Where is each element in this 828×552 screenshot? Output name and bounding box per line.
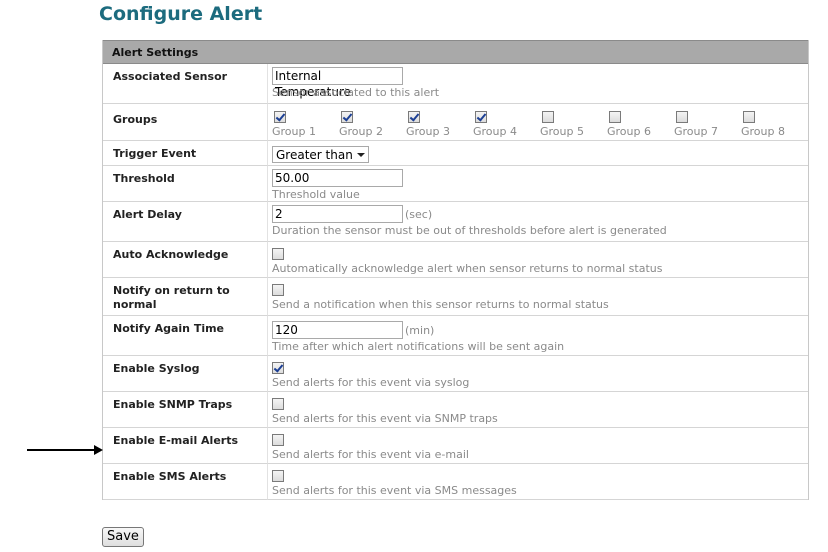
sms-hint: Send alerts for this event via SMS messa… bbox=[272, 484, 517, 497]
group-checkbox[interactable] bbox=[475, 111, 487, 123]
alert-delay-hint: Duration the sensor must be out of thres… bbox=[272, 224, 667, 237]
row-email: Enable E-mail Alerts Send alerts for thi… bbox=[103, 428, 808, 464]
row-notify-again: Notify Again Time 120 (min) Time after wh… bbox=[103, 316, 808, 356]
group-label: Group 8 bbox=[741, 125, 785, 138]
group-item: Group 5 bbox=[540, 111, 607, 138]
group-label: Group 7 bbox=[674, 125, 718, 138]
group-label: Group 4 bbox=[473, 125, 517, 138]
notify-again-hint: Time after which alert notifications wil… bbox=[272, 340, 565, 353]
auto-acknowledge-hint: Automatically acknowledge alert when sen… bbox=[272, 262, 663, 275]
group-checkbox[interactable] bbox=[408, 111, 420, 123]
notify-return-hint: Send a notification when this sensor ret… bbox=[272, 298, 609, 311]
associated-sensor-hint: Sensor associated to this alert bbox=[272, 86, 440, 99]
group-checkbox[interactable] bbox=[609, 111, 621, 123]
row-threshold: Threshold 50.00 Threshold value bbox=[103, 166, 808, 202]
auto-acknowledge-label: Auto Acknowledge bbox=[103, 242, 268, 278]
trigger-event-value: Greater than bbox=[276, 147, 353, 162]
sms-checkbox[interactable] bbox=[272, 470, 284, 482]
arrow-right-icon bbox=[27, 445, 103, 455]
email-label: Enable E-mail Alerts bbox=[103, 428, 268, 464]
group-label: Group 2 bbox=[339, 125, 383, 138]
group-checkbox[interactable] bbox=[676, 111, 688, 123]
row-groups: Groups Group 1 Group 2 Group 3 Group 4 Group… bbox=[103, 104, 808, 141]
save-button[interactable]: Save bbox=[102, 527, 144, 547]
group-item: Group 3 bbox=[406, 111, 473, 138]
group-label: Group 3 bbox=[406, 125, 450, 138]
alert-delay-input[interactable]: 2 bbox=[272, 205, 403, 223]
group-checkbox[interactable] bbox=[743, 111, 755, 123]
auto-acknowledge-checkbox[interactable] bbox=[272, 248, 284, 260]
group-checkbox[interactable] bbox=[542, 111, 554, 123]
group-checkbox[interactable] bbox=[341, 111, 353, 123]
row-auto-acknowledge: Auto Acknowledge Automatically acknowled… bbox=[103, 242, 808, 278]
email-checkbox[interactable] bbox=[272, 434, 284, 446]
group-item: Group 2 bbox=[339, 111, 406, 138]
row-syslog: Enable Syslog Send alerts for this event… bbox=[103, 356, 808, 392]
trigger-event-select[interactable]: Greater than bbox=[272, 146, 369, 163]
notify-again-label: Notify Again Time bbox=[103, 316, 268, 356]
group-item: Group 6 bbox=[607, 111, 674, 138]
snmp-hint: Send alerts for this event via SNMP trap… bbox=[272, 412, 498, 425]
snmp-checkbox[interactable] bbox=[272, 398, 284, 410]
notify-again-unit: (min) bbox=[405, 323, 435, 337]
groups-list: Group 1 Group 2 Group 3 Group 4 Group 5 Group… bbox=[272, 111, 808, 138]
group-checkbox[interactable] bbox=[274, 111, 286, 123]
chevron-down-icon bbox=[356, 152, 365, 157]
threshold-hint: Threshold value bbox=[272, 188, 360, 201]
group-item: Group 8 bbox=[741, 111, 808, 138]
group-label: Group 6 bbox=[607, 125, 651, 138]
group-item: Group 7 bbox=[674, 111, 741, 138]
threshold-label: Threshold bbox=[103, 166, 268, 202]
notify-return-checkbox[interactable] bbox=[272, 284, 284, 296]
alert-delay-unit: (sec) bbox=[405, 207, 433, 221]
group-item: Group 4 bbox=[473, 111, 540, 138]
row-trigger-event: Trigger Event Greater than bbox=[103, 141, 808, 166]
alert-settings-table: Alert Settings Associated Sensor Interna… bbox=[102, 40, 809, 500]
group-label: Group 5 bbox=[540, 125, 584, 138]
page-title: Configure Alert bbox=[99, 3, 263, 25]
associated-sensor-label: Associated Sensor bbox=[103, 64, 268, 104]
syslog-label: Enable Syslog bbox=[103, 356, 268, 392]
email-hint: Send alerts for this event via e-mail bbox=[272, 448, 469, 461]
syslog-checkbox[interactable] bbox=[272, 362, 284, 374]
sms-label: Enable SMS Alerts bbox=[103, 464, 268, 500]
snmp-label: Enable SNMP Traps bbox=[103, 392, 268, 428]
row-snmp: Enable SNMP Traps Send alerts for this e… bbox=[103, 392, 808, 428]
row-associated-sensor: Associated Sensor Internal Temperature S… bbox=[103, 64, 808, 104]
associated-sensor-input[interactable]: Internal Temperature bbox=[272, 67, 403, 99]
group-item: Group 1 bbox=[272, 111, 339, 138]
alert-delay-label: Alert Delay bbox=[103, 202, 268, 242]
row-sms: Enable SMS Alerts Send alerts for this e… bbox=[103, 464, 808, 500]
groups-label: Groups bbox=[103, 104, 268, 141]
row-notify-return: Notify on return to normal Send a notifi… bbox=[103, 278, 808, 316]
notify-again-input[interactable]: 120 bbox=[272, 321, 403, 339]
section-header: Alert Settings bbox=[103, 40, 808, 64]
syslog-hint: Send alerts for this event via syslog bbox=[272, 376, 470, 389]
group-label: Group 1 bbox=[272, 125, 316, 138]
notify-return-label: Notify on return to normal bbox=[103, 278, 268, 316]
threshold-input[interactable]: 50.00 bbox=[272, 169, 403, 187]
row-alert-delay: Alert Delay 2 (sec) Duration the sensor m… bbox=[103, 202, 808, 242]
trigger-event-label: Trigger Event bbox=[103, 141, 268, 166]
